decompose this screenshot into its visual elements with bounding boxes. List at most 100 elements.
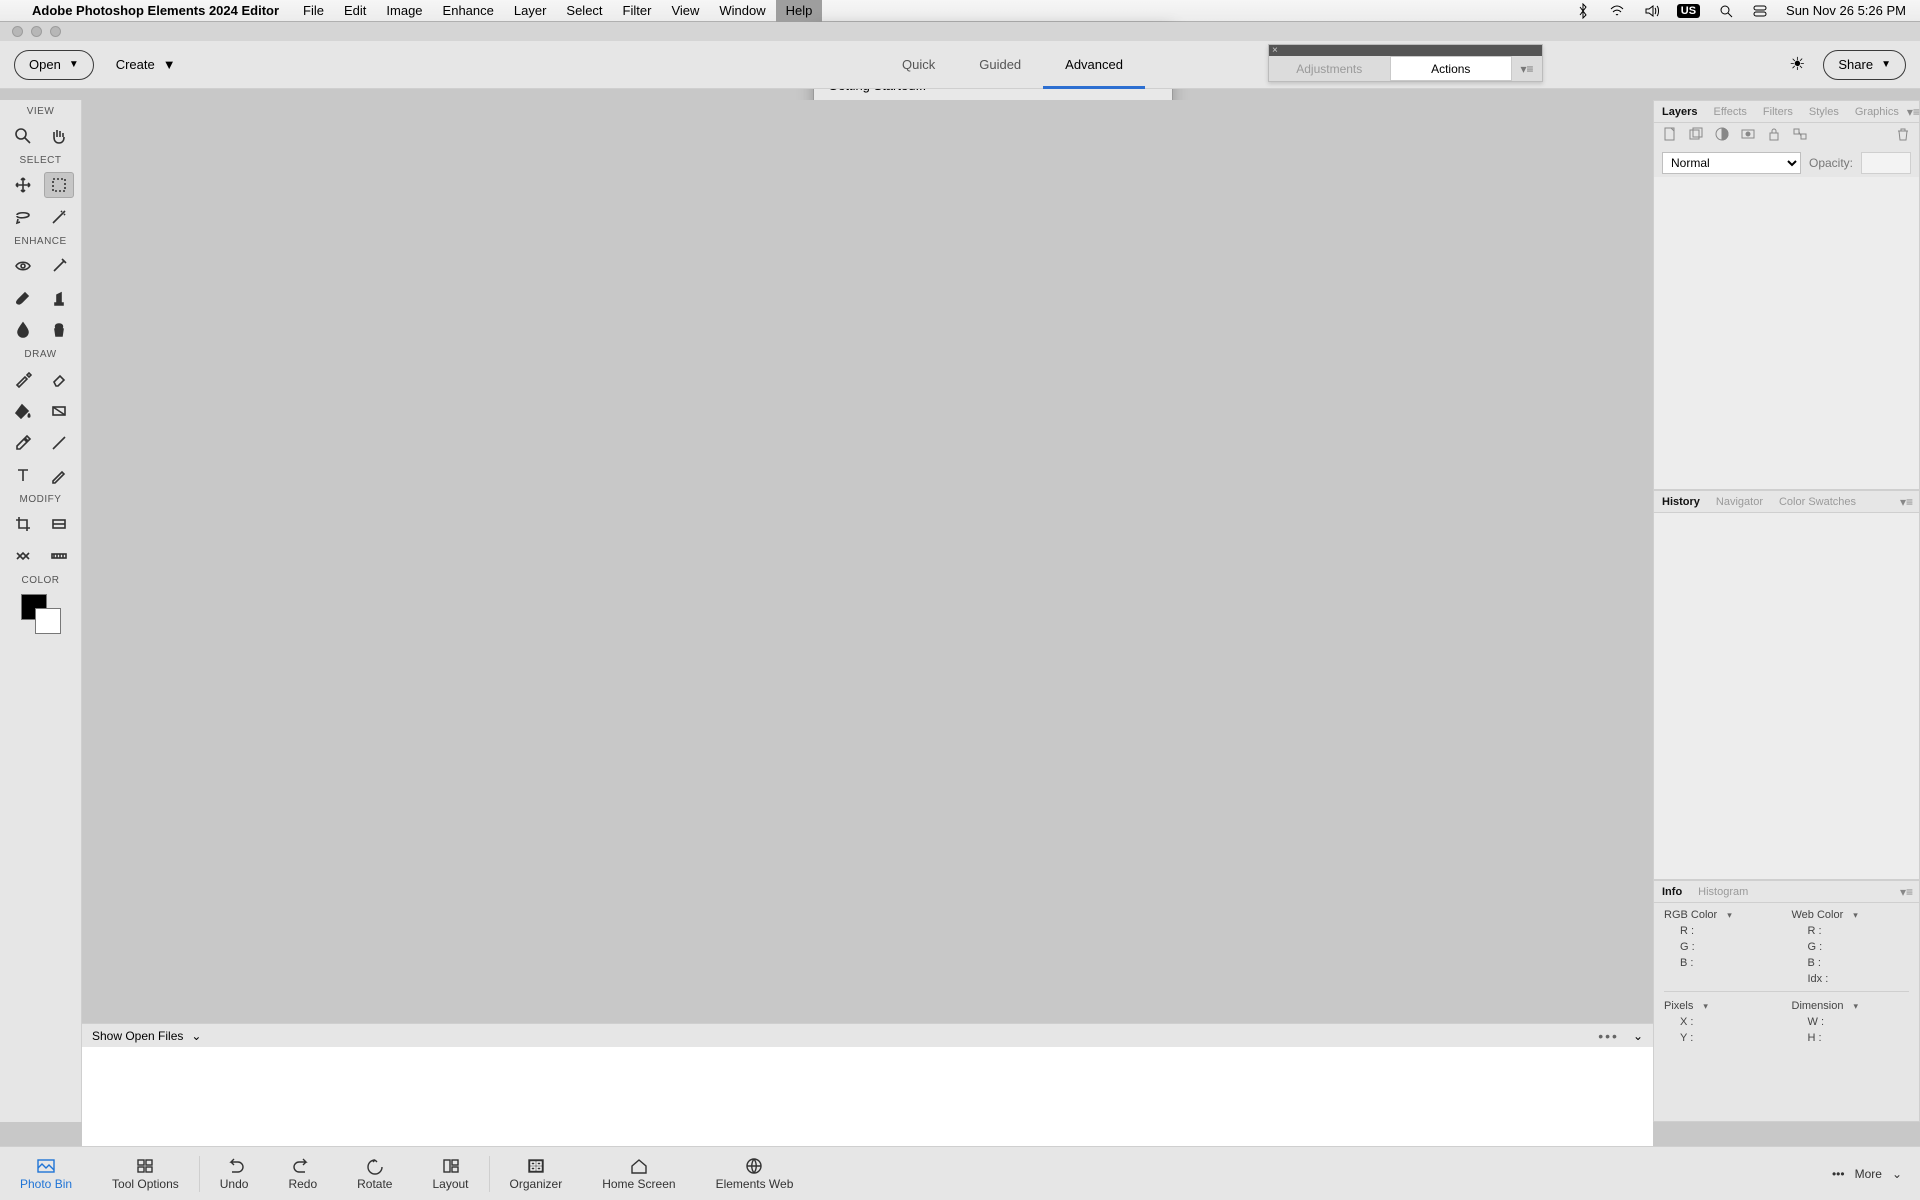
- panel-tab-layers[interactable]: Layers: [1654, 106, 1705, 118]
- open-button[interactable]: Open ▼: [14, 50, 94, 80]
- panel-menu-icon[interactable]: ▾≡: [1900, 495, 1919, 509]
- paint-bucket-tool-icon[interactable]: [8, 398, 38, 424]
- panel-tab-effects[interactable]: Effects: [1705, 106, 1754, 118]
- actions-panel-titlebar[interactable]: ×: [1269, 45, 1542, 56]
- maximize-window-icon[interactable]: [50, 26, 61, 37]
- layers-list[interactable]: [1654, 177, 1919, 489]
- bb-home-screen[interactable]: Home Screen: [582, 1157, 695, 1191]
- close-icon[interactable]: ×: [1272, 46, 1282, 56]
- share-button[interactable]: Share ▼: [1823, 50, 1906, 80]
- link-layers-icon[interactable]: [1792, 126, 1808, 147]
- blur-tool-icon[interactable]: [8, 317, 38, 343]
- menu-enhance[interactable]: Enhance: [433, 0, 504, 22]
- spotlight-icon[interactable]: [1718, 3, 1734, 19]
- panel-tab-graphics[interactable]: Graphics: [1847, 106, 1907, 118]
- sponge-tool-icon[interactable]: [44, 317, 74, 343]
- info-rgb-dropdown[interactable]: RGB Color: [1664, 909, 1782, 921]
- bluetooth-icon[interactable]: [1575, 3, 1591, 19]
- canvas-area[interactable]: [82, 100, 1653, 1122]
- panel-menu-icon[interactable]: ▾≡: [1907, 105, 1920, 119]
- panel-menu-icon[interactable]: ▾≡: [1900, 885, 1919, 899]
- eyedropper-tool-icon[interactable]: [8, 430, 38, 456]
- menu-help[interactable]: Help: [776, 0, 823, 22]
- bb-elements-web[interactable]: Elements Web: [696, 1157, 814, 1191]
- chevron-down-icon[interactable]: ⌄: [191, 1029, 201, 1043]
- panel-tab-info[interactable]: Info: [1654, 886, 1690, 898]
- wifi-icon[interactable]: [1609, 3, 1625, 19]
- new-layer-icon[interactable]: [1662, 126, 1678, 147]
- background-color-icon[interactable]: [35, 608, 61, 634]
- blend-mode-select[interactable]: Normal: [1662, 152, 1801, 174]
- layer-mask-icon[interactable]: [1740, 126, 1756, 147]
- menu-select[interactable]: Select: [556, 0, 612, 22]
- info-pixels-dropdown[interactable]: Pixels: [1664, 1000, 1782, 1012]
- panel-tab-histogram[interactable]: Histogram: [1690, 886, 1756, 898]
- tab-advanced[interactable]: Advanced: [1043, 41, 1145, 89]
- delete-layer-icon[interactable]: [1895, 126, 1911, 147]
- collapse-icon[interactable]: ⌄: [1633, 1029, 1643, 1043]
- panel-tab-styles[interactable]: Styles: [1801, 106, 1847, 118]
- panel-tab-navigator[interactable]: Navigator: [1708, 496, 1771, 508]
- bb-undo[interactable]: Undo: [200, 1157, 269, 1191]
- gradient-tool-icon[interactable]: [44, 398, 74, 424]
- straighten-tool-icon[interactable]: [44, 543, 74, 569]
- magic-wand-tool-icon[interactable]: [44, 204, 74, 230]
- move-tool-icon[interactable]: [8, 172, 38, 198]
- type-tool-icon[interactable]: [8, 462, 38, 488]
- photo-bin-dropdown[interactable]: Show Open Files: [92, 1029, 183, 1043]
- adjustment-layer-icon[interactable]: [1714, 126, 1730, 147]
- menu-filter[interactable]: Filter: [613, 0, 662, 22]
- menu-file[interactable]: File: [293, 0, 334, 22]
- menu-view[interactable]: View: [661, 0, 709, 22]
- bb-tool-options[interactable]: Tool Options: [92, 1157, 199, 1191]
- content-aware-tool-icon[interactable]: [8, 543, 38, 569]
- history-list[interactable]: [1654, 513, 1919, 879]
- info-web-dropdown[interactable]: Web Color: [1792, 909, 1910, 921]
- input-source-badge[interactable]: US: [1677, 4, 1700, 18]
- volume-icon[interactable]: [1643, 3, 1659, 19]
- lasso-tool-icon[interactable]: [8, 204, 38, 230]
- crop-tool-icon[interactable]: [8, 511, 38, 537]
- tab-quick[interactable]: Quick: [880, 41, 957, 89]
- tab-guided[interactable]: Guided: [957, 41, 1043, 89]
- recompose-tool-icon[interactable]: [44, 511, 74, 537]
- bb-photo-bin[interactable]: Photo Bin: [0, 1157, 92, 1191]
- color-swatches[interactable]: [21, 594, 61, 634]
- menu-layer[interactable]: Layer: [504, 0, 557, 22]
- panel-tab-filters[interactable]: Filters: [1755, 106, 1801, 118]
- actions-tab-adjustments[interactable]: Adjustments: [1269, 62, 1390, 76]
- bb-redo[interactable]: Redo: [268, 1157, 337, 1191]
- pencil-tool-icon[interactable]: [44, 462, 74, 488]
- menu-edit[interactable]: Edit: [334, 0, 376, 22]
- new-group-icon[interactable]: [1688, 126, 1704, 147]
- shape-tool-icon[interactable]: [44, 430, 74, 456]
- brush-tool-icon[interactable]: [8, 366, 38, 392]
- clone-stamp-tool-icon[interactable]: [44, 285, 74, 311]
- actions-tab-actions[interactable]: Actions: [1390, 56, 1513, 81]
- bb-more[interactable]: ••• More ⌄: [1832, 1167, 1902, 1181]
- opacity-field[interactable]: [1861, 152, 1911, 174]
- bb-layout[interactable]: Layout: [412, 1157, 488, 1191]
- hand-tool-icon[interactable]: [44, 123, 74, 149]
- close-window-icon[interactable]: [12, 26, 23, 37]
- eraser-tool-icon[interactable]: [44, 366, 74, 392]
- panel-tab-color-swatches[interactable]: Color Swatches: [1771, 496, 1864, 508]
- panel-tab-history[interactable]: History: [1654, 496, 1708, 508]
- lock-layer-icon[interactable]: [1766, 126, 1782, 147]
- more-icon[interactable]: •••: [1598, 1028, 1619, 1044]
- bb-organizer[interactable]: Organizer: [490, 1157, 583, 1191]
- bb-rotate[interactable]: Rotate: [337, 1157, 412, 1191]
- menu-window[interactable]: Window: [709, 0, 775, 22]
- smart-brush-tool-icon[interactable]: [8, 285, 38, 311]
- theme-toggle-icon[interactable]: ☀: [1789, 54, 1805, 75]
- eye-tool-icon[interactable]: [8, 253, 38, 279]
- menubar-clock[interactable]: Sun Nov 26 5:26 PM: [1786, 3, 1906, 18]
- minimize-window-icon[interactable]: [31, 26, 42, 37]
- spot-heal-tool-icon[interactable]: [44, 253, 74, 279]
- control-center-icon[interactable]: [1752, 3, 1768, 19]
- menu-image[interactable]: Image: [376, 0, 432, 22]
- panel-menu-icon[interactable]: ▾≡: [1512, 62, 1542, 76]
- marquee-tool-icon[interactable]: [44, 172, 74, 198]
- zoom-tool-icon[interactable]: [8, 123, 38, 149]
- create-button[interactable]: Create ▼: [116, 57, 176, 72]
